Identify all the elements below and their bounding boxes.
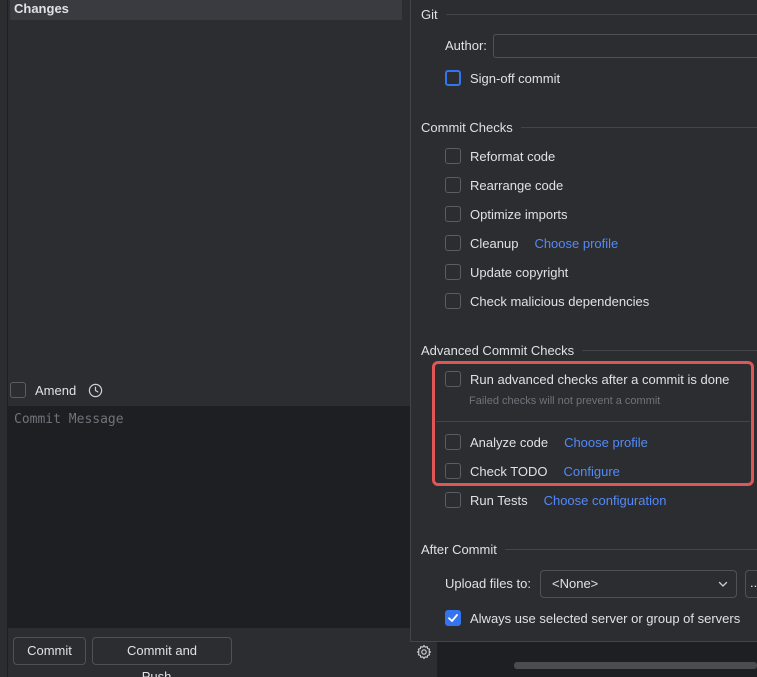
tool-window-strip — [0, 0, 8, 677]
horizontal-scrollbar[interactable] — [514, 662, 757, 669]
commit-options-popup: Git Author: Sign-off commit Commit Check… — [410, 0, 757, 642]
clock-icon[interactable] — [88, 383, 103, 398]
run-tests-choose-config-link[interactable]: Choose configuration — [544, 493, 667, 508]
after-commit-title: After Commit — [421, 542, 757, 557]
run-tests-option[interactable]: Run Tests Choose configuration — [445, 490, 666, 510]
amend-row[interactable]: Amend — [10, 380, 103, 400]
commit-and-push-button[interactable]: Commit and Push... — [92, 637, 232, 677]
gear-icon[interactable] — [416, 644, 432, 660]
author-input[interactable] — [493, 34, 757, 58]
optimize-imports-checkbox[interactable] — [445, 206, 461, 222]
check-malicious-deps-option[interactable]: Check malicious dependencies — [445, 291, 649, 311]
reformat-code-option[interactable]: Reformat code — [445, 146, 555, 166]
checkmark-icon — [448, 614, 458, 622]
update-copyright-checkbox[interactable] — [445, 264, 461, 280]
upload-server-value: <None> — [552, 576, 599, 591]
signoff-checkbox[interactable] — [445, 70, 461, 86]
amend-label[interactable]: Amend — [35, 383, 76, 398]
commit-message-editor[interactable]: Commit Message — [8, 406, 410, 628]
reformat-code-checkbox[interactable] — [445, 148, 461, 164]
advanced-checks-title: Advanced Commit Checks — [421, 343, 757, 358]
editor-bottom-area — [437, 642, 757, 677]
update-copyright-option[interactable]: Update copyright — [445, 262, 568, 282]
signoff-label[interactable]: Sign-off commit — [470, 71, 560, 86]
commit-button[interactable]: Commit — [13, 637, 86, 665]
commit-button-row: Commit Commit and Push... — [8, 628, 410, 677]
optimize-imports-option[interactable]: Optimize imports — [445, 204, 568, 224]
signoff-commit-option[interactable]: Sign-off commit — [445, 68, 560, 88]
always-use-server-option[interactable]: Always use selected server or group of s… — [445, 608, 740, 628]
cleanup-choose-profile-link[interactable]: Choose profile — [534, 236, 618, 251]
gear-button-area — [410, 642, 437, 677]
check-malicious-deps-checkbox[interactable] — [445, 293, 461, 309]
amend-checkbox[interactable] — [10, 382, 26, 398]
author-label: Author: — [445, 38, 487, 53]
upload-files-label: Upload files to: — [445, 576, 531, 591]
commit-checks-title: Commit Checks — [421, 120, 757, 135]
rearrange-code-checkbox[interactable] — [445, 177, 461, 193]
chevron-down-icon — [718, 581, 728, 587]
changes-header[interactable]: Changes — [10, 0, 402, 20]
run-tests-checkbox[interactable] — [445, 492, 461, 508]
advanced-checks-separator — [436, 421, 750, 422]
git-section-title: Git — [421, 7, 757, 22]
upload-server-select[interactable]: <None> — [540, 570, 737, 598]
rearrange-code-option[interactable]: Rearrange code — [445, 175, 563, 195]
commit-message-placeholder: Commit Message — [14, 412, 124, 427]
configure-servers-button[interactable]: ... — [745, 570, 757, 598]
always-use-server-checkbox[interactable] — [445, 610, 461, 626]
cleanup-option[interactable]: Cleanup Choose profile — [445, 233, 618, 253]
cleanup-checkbox[interactable] — [445, 235, 461, 251]
advanced-checks-highlight — [432, 361, 754, 486]
